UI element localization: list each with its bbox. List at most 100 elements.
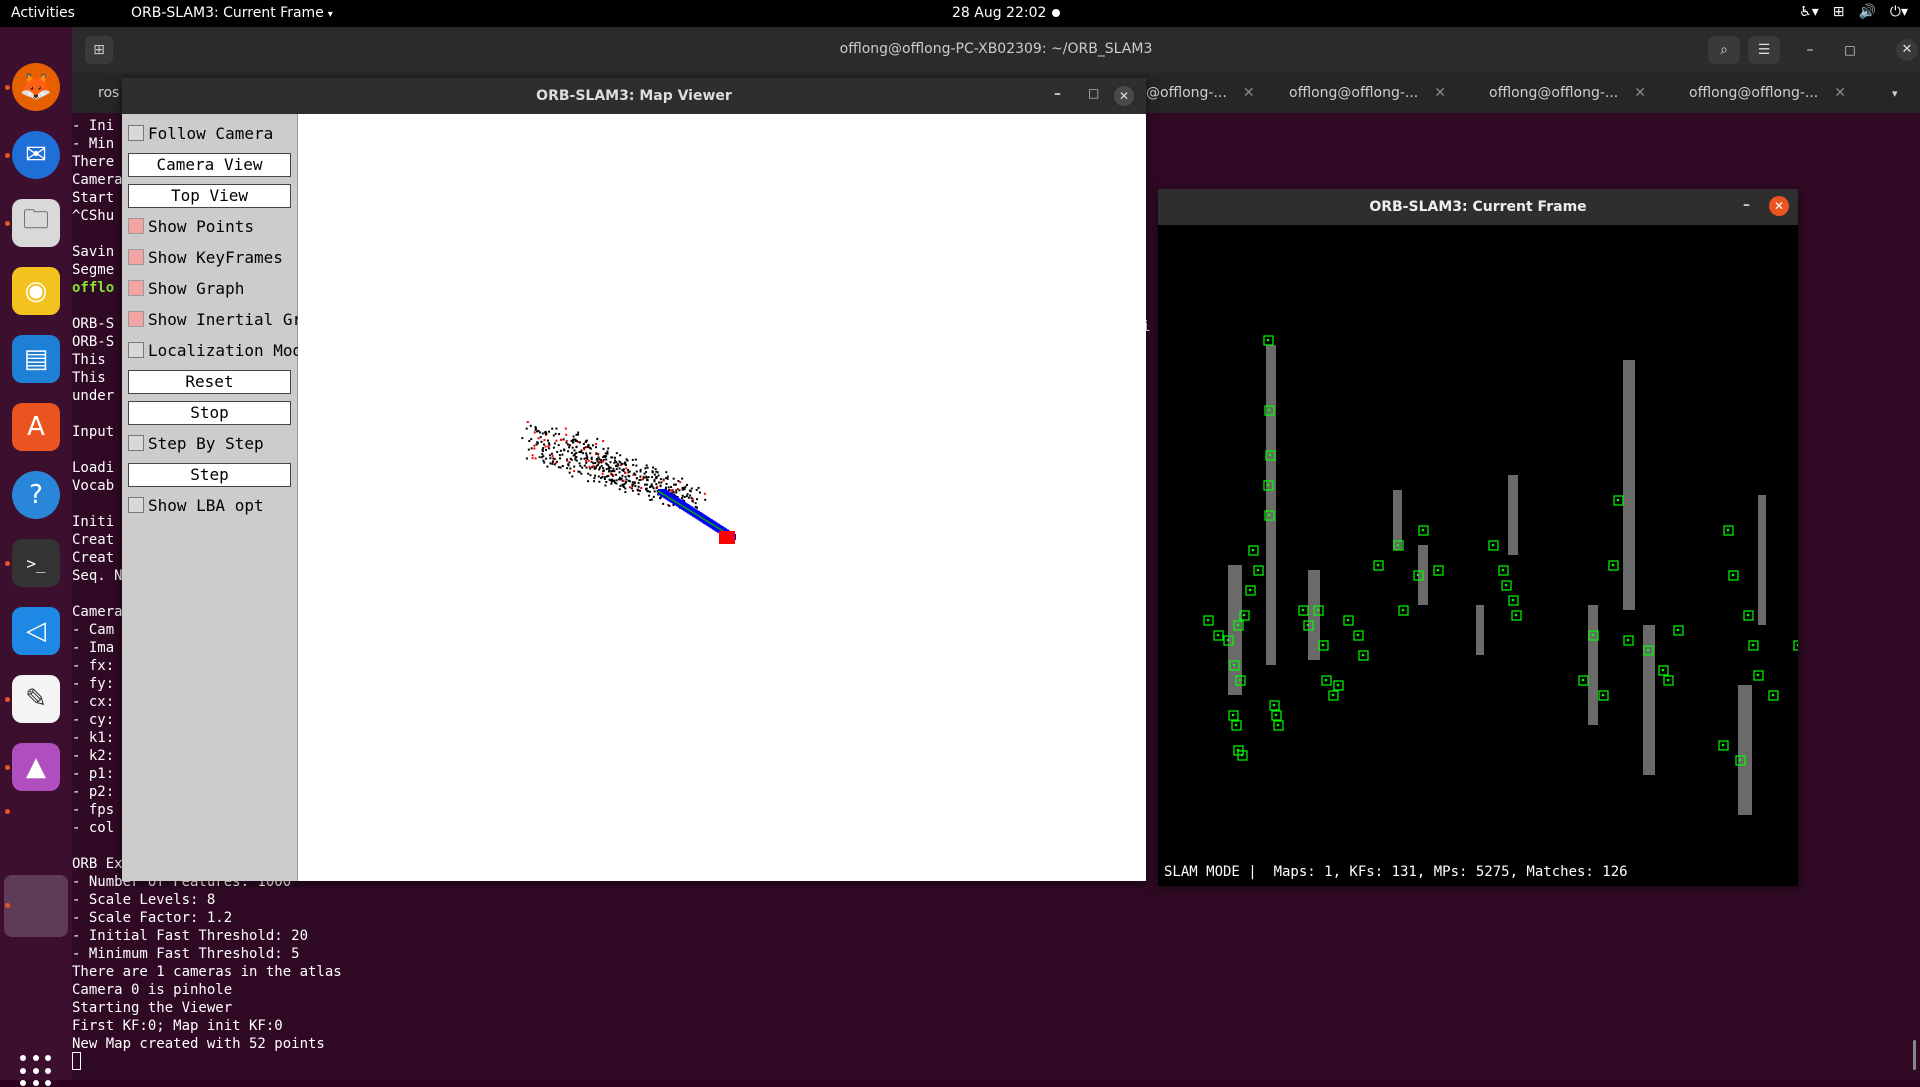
minimize-icon[interactable]: – <box>1743 197 1750 213</box>
checkbox-box[interactable] <box>128 311 144 327</box>
tab-close-icon[interactable]: ✕ <box>1834 85 1846 101</box>
map-point <box>589 452 592 455</box>
map-point <box>633 472 636 475</box>
map-point <box>670 489 672 492</box>
search-icon[interactable]: ⌕ <box>1708 36 1740 64</box>
step-by-step-checkbox[interactable]: Step By Step <box>128 432 264 454</box>
checkbox-box[interactable] <box>128 125 144 141</box>
stop-button[interactable]: Stop <box>128 401 291 425</box>
map-point <box>624 475 627 478</box>
map-point <box>573 449 576 452</box>
terminal-scrollbar[interactable] <box>1913 1040 1916 1070</box>
show-lba-opt-checkbox[interactable]: Show LBA opt <box>128 494 264 516</box>
feature-point <box>1248 588 1252 592</box>
minimize-icon[interactable]: – <box>1054 86 1061 102</box>
checkbox-box[interactable] <box>128 280 144 296</box>
show-points-checkbox[interactable]: Show Points <box>128 215 254 237</box>
close-icon[interactable]: ✕ <box>1114 86 1134 106</box>
app-menu-label: ORB-SLAM3: Current Frame <box>131 5 324 21</box>
app-menu[interactable]: ORB-SLAM3: Current Frame ▾ <box>131 5 333 21</box>
map-point <box>541 453 544 456</box>
tabs-menu-icon[interactable]: ▾ <box>1892 87 1898 100</box>
terminal-tab[interactable]: ros <box>98 85 119 101</box>
step-button[interactable]: Step <box>128 463 291 487</box>
hamburger-menu-icon[interactable]: ☰ <box>1748 36 1780 64</box>
map-point <box>646 490 649 493</box>
tab-close-icon[interactable]: ✕ <box>1634 85 1646 101</box>
map-point <box>683 496 686 498</box>
writer-icon[interactable]: ▤ <box>12 335 60 383</box>
checkbox-box[interactable] <box>128 435 144 451</box>
help-icon[interactable]: ? <box>12 471 60 519</box>
map-point <box>598 458 601 461</box>
map-viewer-titlebar[interactable]: ORB-SLAM3: Map Viewer – □ ✕ <box>122 78 1146 114</box>
checkbox-label: Follow Camera <box>148 123 274 143</box>
network-icon[interactable]: ⊞ <box>1833 4 1845 20</box>
activities-button[interactable]: Activities <box>11 5 75 21</box>
files-icon[interactable]: 🗀 <box>12 199 60 247</box>
camera-view-button[interactable]: Camera View <box>128 153 291 177</box>
top-view-button[interactable]: Top View <box>128 184 291 208</box>
maximize-icon[interactable]: □ <box>1840 36 1860 64</box>
map-point <box>672 477 675 480</box>
terminal-tab[interactable]: offlong@offlong-... ✕ <box>1289 85 1446 101</box>
map-point <box>568 461 571 464</box>
slam-status-bar: SLAM MODE | Maps: 1, KFs: 131, MPs: 5275… <box>1158 855 1798 886</box>
thunderbird-icon[interactable]: ✉ <box>12 131 60 179</box>
map-point <box>639 475 642 478</box>
map-point <box>642 476 645 479</box>
checkbox-box[interactable] <box>128 342 144 358</box>
map-point <box>594 443 597 445</box>
show-keyframes-checkbox[interactable]: Show KeyFrames <box>128 246 283 268</box>
checkbox-box[interactable] <box>128 249 144 265</box>
map-point <box>568 446 571 449</box>
feature-point <box>1242 613 1246 617</box>
map-point <box>569 467 572 470</box>
clock[interactable]: 28 Aug 22:02 <box>952 5 1046 21</box>
close-icon[interactable]: ✕ <box>1896 39 1918 61</box>
close-icon[interactable]: ✕ <box>1769 196 1789 216</box>
map-point <box>616 463 619 466</box>
minimize-icon[interactable]: – <box>1800 36 1820 64</box>
tab-close-icon[interactable]: ✕ <box>1434 85 1446 101</box>
map-point <box>575 439 578 442</box>
map-point <box>624 463 627 466</box>
feature-point <box>1401 608 1405 612</box>
current-frame-titlebar[interactable]: ORB-SLAM3: Current Frame – ✕ <box>1158 189 1798 225</box>
checkbox-box[interactable] <box>128 218 144 234</box>
terminal-tab[interactable]: offlong@offlong-... ✕ <box>1489 85 1646 101</box>
text-editor-icon[interactable]: ✎ <box>12 675 60 723</box>
terminal-line: - col <box>72 820 115 836</box>
rhythmbox-icon[interactable]: ◉ <box>12 267 60 315</box>
dock-active-window-highlight[interactable] <box>4 875 68 937</box>
map-point <box>615 473 618 476</box>
map-point <box>563 449 566 452</box>
accessibility-icon[interactable]: ♿▾ <box>1799 4 1819 20</box>
tab-close-icon[interactable]: ✕ <box>1243 85 1255 101</box>
maximize-icon[interactable]: □ <box>1088 86 1099 100</box>
checkbox-box[interactable] <box>128 497 144 513</box>
vscode-icon[interactable]: ◁ <box>12 607 60 655</box>
software-icon[interactable]: A <box>12 403 60 451</box>
map-point <box>592 465 595 468</box>
follow-camera-checkbox[interactable]: Follow Camera <box>128 122 273 144</box>
show-graph-checkbox[interactable]: Show Graph <box>128 277 244 299</box>
terminal-tab[interactable]: offlong@offlong-... ✕ <box>1689 85 1846 101</box>
terminal-line: - Initial Fast Threshold: 20 <box>72 928 309 944</box>
map-3d-view[interactable] <box>298 114 1146 881</box>
map-point <box>589 467 592 470</box>
map-point <box>538 456 541 459</box>
reset-button[interactable]: Reset <box>128 370 291 394</box>
map-point <box>610 470 613 473</box>
terminal-tab[interactable]: @offlong-... ✕ <box>1146 85 1255 101</box>
terminal-icon[interactable]: >_ <box>12 539 60 587</box>
localization-mode-checkbox[interactable]: Localization Mode <box>128 339 312 361</box>
feature-point <box>1416 573 1420 577</box>
show-applications-icon[interactable] <box>20 1055 52 1087</box>
power-icon[interactable]: ⏻▾ <box>1890 4 1908 20</box>
map-point <box>635 464 638 467</box>
image-viewer-icon[interactable]: ▲ <box>12 743 60 791</box>
volume-icon[interactable]: 🔊 <box>1858 4 1875 20</box>
firefox-icon[interactable]: 🦊 <box>12 63 60 111</box>
system-tray[interactable]: ♿▾ ⊞ 🔊 ⏻▾ <box>1799 4 1908 20</box>
